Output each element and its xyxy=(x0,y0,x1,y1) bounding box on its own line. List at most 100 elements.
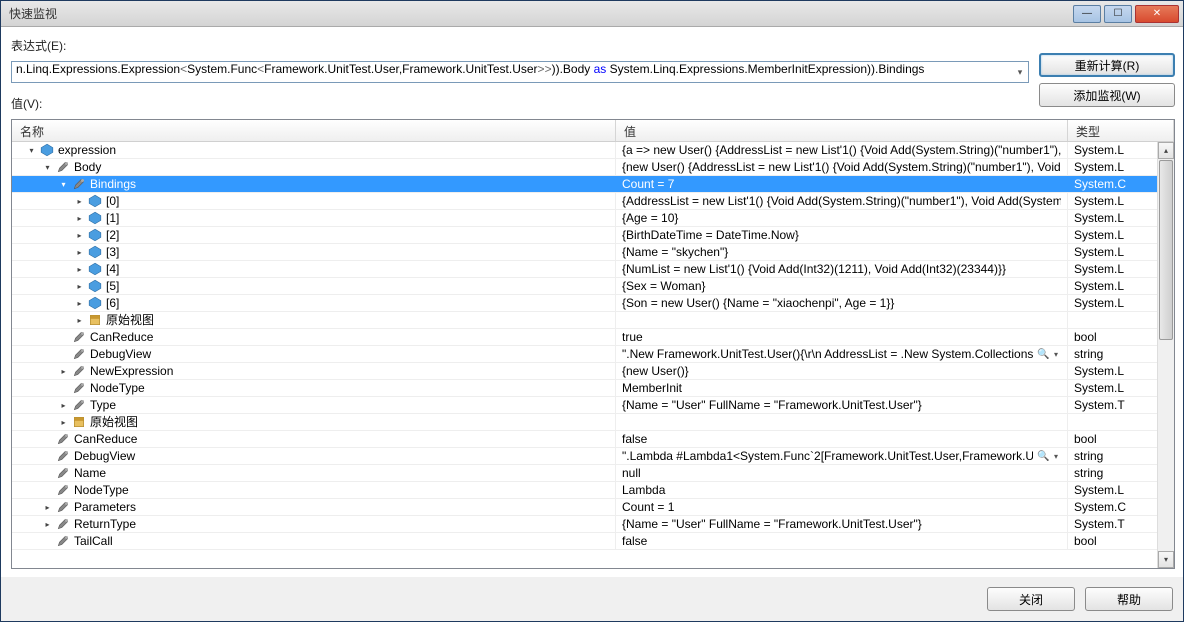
expand-icon[interactable]: ▸ xyxy=(74,213,85,224)
expand-icon[interactable]: ▸ xyxy=(58,417,69,428)
expand-icon[interactable]: ▸ xyxy=(74,281,85,292)
expand-icon[interactable]: ▸ xyxy=(42,502,53,513)
row-value: {Name = "User" FullName = "Framework.Uni… xyxy=(622,516,1061,532)
table-row[interactable]: ▸[2]{BirthDateTime = DateTime.Now}System… xyxy=(12,227,1174,244)
table-row[interactable]: ▸[3]{Name = "skychen"}System.L xyxy=(12,244,1174,261)
expand-icon[interactable]: ▸ xyxy=(74,196,85,207)
table-row[interactable]: CanReducetruebool xyxy=(12,329,1174,346)
row-name: TailCall xyxy=(74,533,113,549)
table-row[interactable]: CanReducefalsebool xyxy=(12,431,1174,448)
row-name: Type xyxy=(90,397,116,413)
row-value: {Name = "User" FullName = "Framework.Uni… xyxy=(622,397,1061,413)
struct-icon xyxy=(72,415,86,429)
dialog-footer: 关闭 帮助 xyxy=(1,577,1183,621)
table-row[interactable]: ▸[0]{AddressList = new List'1() {Void Ad… xyxy=(12,193,1174,210)
row-name: CanReduce xyxy=(74,431,137,447)
table-row[interactable]: Namenullstring xyxy=(12,465,1174,482)
table-row[interactable]: ▸[6]{Son = new User() {Name = "xiaochenp… xyxy=(12,295,1174,312)
scroll-thumb[interactable] xyxy=(1159,160,1173,340)
table-row[interactable]: ▸NewExpression{new User()}System.L xyxy=(12,363,1174,380)
expand-icon[interactable]: ▸ xyxy=(74,298,85,309)
field-icon xyxy=(88,279,102,293)
expand-icon[interactable]: ▸ xyxy=(58,400,69,411)
expand-icon[interactable]: ▸ xyxy=(74,230,85,241)
table-row[interactable]: DebugView ".New Framework.UnitTest.User()… xyxy=(12,346,1174,363)
add-watch-button[interactable]: 添加监视(W) xyxy=(1039,83,1175,107)
row-value: {BirthDateTime = DateTime.Now} xyxy=(622,227,1061,243)
table-row[interactable]: ▾ expression {a => new User() {AddressList… xyxy=(12,142,1174,159)
row-value: ".New Framework.UnitTest.User(){\r\n Add… xyxy=(622,346,1033,362)
value-label: 值(V): xyxy=(11,95,1029,112)
wrench-icon xyxy=(72,330,86,344)
table-row[interactable]: ▸ParametersCount = 1System.C xyxy=(12,499,1174,516)
titlebar[interactable]: 快速监视 — ☐ ✕ xyxy=(1,1,1183,27)
visualizer-icon[interactable]: 🔍 xyxy=(1037,448,1051,464)
wrench-icon xyxy=(56,449,70,463)
collapse-icon[interactable]: ▾ xyxy=(42,162,53,173)
table-row[interactable]: TailCallfalsebool xyxy=(12,533,1174,550)
reevaluate-button[interactable]: 重新计算(R) xyxy=(1039,53,1175,77)
row-name: DebugView xyxy=(90,346,151,362)
expression-input[interactable]: n.Linq.Expressions.Expression<System.Fun… xyxy=(12,62,1012,82)
expand-icon[interactable]: ▸ xyxy=(58,366,69,377)
grid-body[interactable]: ▾ expression {a => new User() {AddressList… xyxy=(12,142,1174,568)
expand-icon[interactable]: ▸ xyxy=(74,247,85,258)
window-controls: — ☐ ✕ xyxy=(1073,5,1181,23)
scroll-down-button[interactable]: ▾ xyxy=(1158,551,1174,568)
table-row[interactable]: ▸ Type {Name = "User" FullName = "Framewor… xyxy=(12,397,1174,414)
wrench-icon xyxy=(56,483,70,497)
table-row[interactable]: ▸ReturnType{Name = "User" FullName = "Fr… xyxy=(12,516,1174,533)
visualizer-icon[interactable]: 🔍 xyxy=(1037,346,1051,362)
wrench-icon xyxy=(56,160,70,174)
help-button[interactable]: 帮助 xyxy=(1085,587,1173,611)
row-name: [3] xyxy=(106,244,119,260)
visualizer-dropdown-icon[interactable]: ▾ xyxy=(1051,448,1061,464)
wrench-icon xyxy=(72,177,86,191)
table-row[interactable]: NodeTypeLambdaSystem.L xyxy=(12,482,1174,499)
column-header-type[interactable]: 类型 xyxy=(1068,120,1174,141)
struct-icon xyxy=(88,313,102,327)
scroll-up-button[interactable]: ▴ xyxy=(1158,142,1174,159)
table-row[interactable]: ▸[4]{NumList = new List'1() {Void Add(In… xyxy=(12,261,1174,278)
row-name: expression xyxy=(58,142,116,158)
row-value: {new User()} xyxy=(622,363,1061,379)
row-name: Parameters xyxy=(74,499,136,515)
table-row[interactable]: DebugView".Lambda #Lambda1<System.Func`2… xyxy=(12,448,1174,465)
expression-combobox[interactable]: n.Linq.Expressions.Expression<System.Fun… xyxy=(11,61,1029,83)
column-header-name[interactable]: 名称 xyxy=(12,120,616,141)
row-name: NewExpression xyxy=(90,363,173,379)
table-row[interactable]: ▾Body{new User() {AddressList = new List… xyxy=(12,159,1174,176)
table-row[interactable]: ▸[5]{Sex = Woman}System.L xyxy=(12,278,1174,295)
column-header-value[interactable]: 值 xyxy=(616,120,1068,141)
collapse-icon[interactable]: ▾ xyxy=(58,179,69,190)
table-row[interactable]: ▸原始视图 xyxy=(12,312,1174,329)
table-row[interactable]: NodeTypeMemberInitSystem.L xyxy=(12,380,1174,397)
row-value: true xyxy=(622,329,1061,345)
row-value: {Name = "skychen"} xyxy=(622,244,1061,260)
wrench-icon xyxy=(56,534,70,548)
table-row[interactable]: ▸[1]{Age = 10}System.L xyxy=(12,210,1174,227)
vertical-scrollbar[interactable]: ▴ ▾ xyxy=(1157,142,1174,568)
close-button[interactable]: 关闭 xyxy=(987,587,1075,611)
row-value: false xyxy=(622,533,1061,549)
visualizer-dropdown-icon[interactable]: ▾ xyxy=(1051,346,1061,362)
row-value: {new User() {AddressList = new List'1() … xyxy=(622,159,1061,175)
table-row[interactable]: ▸原始视图 xyxy=(12,414,1174,431)
row-name: [4] xyxy=(106,261,119,277)
close-window-button[interactable]: ✕ xyxy=(1135,5,1179,23)
table-row[interactable]: ▾BindingsCount = 7System.C xyxy=(12,176,1174,193)
dropdown-icon[interactable]: ▾ xyxy=(1012,67,1028,78)
row-value: {Sex = Woman} xyxy=(622,278,1061,294)
maximize-button[interactable]: ☐ xyxy=(1104,5,1132,23)
wrench-icon xyxy=(56,466,70,480)
expand-icon[interactable]: ▸ xyxy=(74,264,85,275)
collapse-icon[interactable]: ▾ xyxy=(26,145,37,156)
expand-icon[interactable]: ▸ xyxy=(74,315,85,326)
row-value: null xyxy=(622,465,1061,481)
row-value: false xyxy=(622,431,1061,447)
minimize-button[interactable]: — xyxy=(1073,5,1101,23)
row-value: {a => new User() {AddressList = new List… xyxy=(622,142,1061,158)
wrench-icon xyxy=(56,517,70,531)
row-value: {Age = 10} xyxy=(622,210,1061,226)
expand-icon[interactable]: ▸ xyxy=(42,519,53,530)
